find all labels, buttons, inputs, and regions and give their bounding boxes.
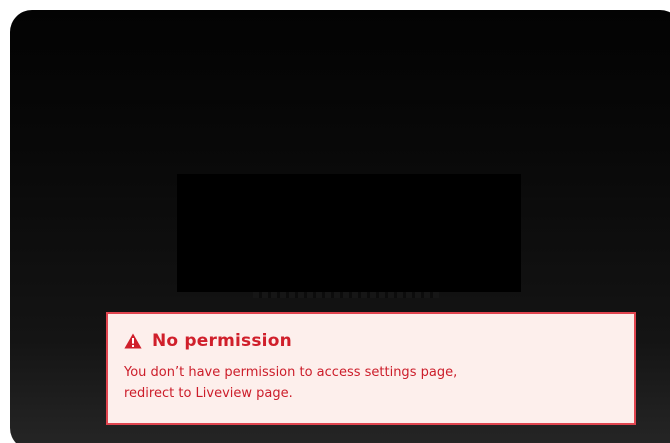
warning-triangle-icon: [124, 333, 142, 349]
alert-message: You don’t have permission to access sett…: [124, 362, 624, 404]
alert-message-line-1: You don’t have permission to access sett…: [124, 365, 458, 380]
video-placeholder: [177, 174, 521, 292]
page: No permission You don’t have permission …: [0, 0, 670, 443]
no-permission-alert: No permission You don’t have permission …: [106, 312, 636, 425]
alert-header: No permission: [124, 329, 620, 353]
alert-message-line-2: redirect to Liveview page.: [124, 386, 293, 401]
alert-title: No permission: [152, 331, 292, 351]
video-caption-faded: [253, 292, 439, 298]
